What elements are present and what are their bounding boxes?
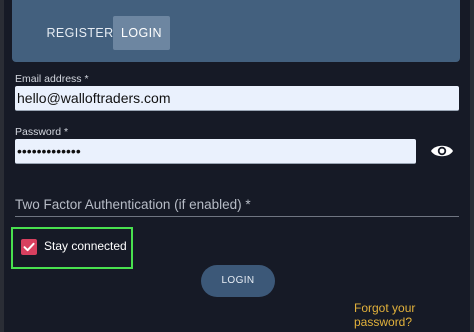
tab-register[interactable]: REGISTER [46,16,114,50]
email-field[interactable] [15,86,459,110]
forgot-password-link[interactable]: Forgot your password? [354,301,474,329]
login-button[interactable]: LOGIN [201,265,275,297]
two-factor-field[interactable]: Two Factor Authentication (if enabled) * [15,193,459,217]
tab-login[interactable]: LOGIN [113,16,170,50]
email-field-container [15,86,459,111]
password-label: Password * [15,126,69,138]
eye-icon[interactable] [430,141,454,161]
password-field-container [15,139,416,164]
email-label: Email address * [15,73,89,85]
password-field[interactable] [15,139,416,163]
tab-bar: REGISTER LOGIN [12,0,460,62]
stay-connected-label[interactable]: Stay connected [44,239,127,253]
checkmark-icon [23,242,35,252]
stay-connected-checkbox[interactable] [21,239,37,255]
two-factor-placeholder: Two Factor Authentication (if enabled) * [15,197,251,212]
